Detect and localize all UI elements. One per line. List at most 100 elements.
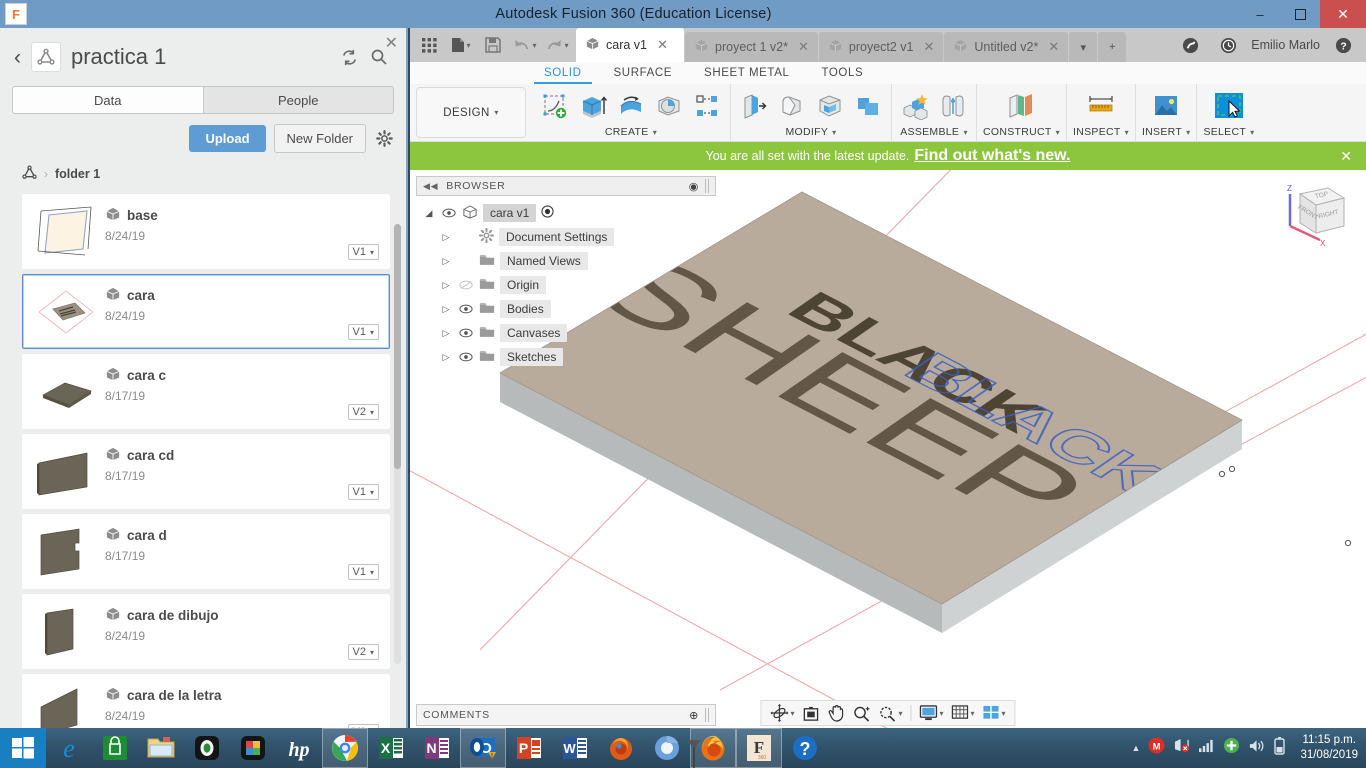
start-button[interactable] <box>0 728 46 768</box>
taskbar-firefox-dev[interactable] <box>598 728 644 768</box>
list-item[interactable]: cara 8/24/19 V1 ▾ <box>22 274 390 349</box>
zoom-icon[interactable] <box>849 702 873 724</box>
redo-icon[interactable]: ▾ <box>542 30 572 60</box>
ribbon-tab-sheet-metal[interactable]: SHEET METAL <box>688 62 805 84</box>
pattern-icon[interactable] <box>690 89 724 123</box>
taskbar-clock[interactable]: 11:15 p.m. 31/08/2019 <box>1294 733 1358 763</box>
press-pull-icon[interactable] <box>737 89 771 123</box>
breadcrumb-root-icon[interactable] <box>22 165 37 183</box>
version-badge[interactable]: V1▾ <box>347 564 379 580</box>
expand-arrow-icon[interactable]: ▷ <box>439 328 453 339</box>
file-list[interactable]: base 8/24/19 V1 ▾ cara 8/24/19 V1 ▾ cara… <box>0 194 408 728</box>
file-menu[interactable]: ▾ <box>446 30 476 60</box>
fit-icon[interactable]: ▾ <box>875 702 905 724</box>
network-error-icon[interactable] <box>1173 738 1190 758</box>
expand-arrow-icon[interactable]: ▷ <box>439 280 453 291</box>
tab-people[interactable]: People <box>203 87 393 113</box>
taskbar-microsoft-excel[interactable]: X <box>368 728 414 768</box>
ribbon-tab-solid[interactable]: SOLID <box>528 62 598 84</box>
battery-icon[interactable] <box>1274 736 1286 760</box>
taskbar-google-chrome[interactable] <box>322 728 368 768</box>
taskbar-microsoft-word[interactable]: W <box>552 728 598 768</box>
ribbon-tab-tools[interactable]: TOOLS <box>805 62 879 84</box>
taskbar-microsoft-powerpoint[interactable]: P <box>506 728 552 768</box>
measure-icon[interactable] <box>1084 89 1118 123</box>
tree-node-bodies[interactable]: ▷ Bodies <box>422 297 716 321</box>
list-item[interactable]: cara de la letra 8/24/19 V1▾ <box>22 674 390 728</box>
help-icon[interactable]: ? <box>1328 30 1358 60</box>
construct-plane-icon[interactable] <box>1004 89 1038 123</box>
tab-proyect-1-v2[interactable]: proyect 1 v2* ✕ <box>685 32 818 62</box>
tab-overflow-chevron-down-icon[interactable]: ▾ <box>1069 32 1098 62</box>
tab-cara-v1[interactable]: cara v1 ✕ <box>576 28 684 62</box>
eye-open-icon[interactable] <box>458 352 474 362</box>
tree-node-canvases[interactable]: ▷ Canvases <box>422 321 716 345</box>
taskbar-fusion-360[interactable]: F 360 <box>736 728 782 768</box>
expand-arrow-icon[interactable]: ▷ <box>439 304 453 315</box>
taskbar-chromium[interactable] <box>644 728 690 768</box>
new-tab-button[interactable]: + <box>1098 32 1127 62</box>
taskbar-microsoft-onenote[interactable]: N <box>414 728 460 768</box>
add-comment-icon[interactable]: ⊕ <box>689 709 699 722</box>
resize-grip[interactable] <box>705 708 709 722</box>
view-cube[interactable]: TOP FRONT RIGHT Z X <box>1276 178 1352 250</box>
upload-button[interactable]: Upload <box>189 125 266 152</box>
eye-open-icon[interactable] <box>458 328 474 338</box>
new-folder-button[interactable]: New Folder <box>273 124 366 153</box>
signal-icon[interactable] <box>1198 738 1215 758</box>
tab-proyect2-v1[interactable]: proyect2 v1 ✕ <box>818 32 944 62</box>
tab-untitled-v2[interactable]: Untitled v2* ✕ <box>944 32 1069 62</box>
tree-node-cara-v1[interactable]: ◢ cara v1 <box>422 201 716 225</box>
tree-node-sketches[interactable]: ▷ Sketches <box>422 345 716 369</box>
scrollbar-thumb[interactable] <box>394 224 401 469</box>
close-button[interactable]: ✕ <box>1320 0 1366 28</box>
expand-arrow-icon[interactable]: ◢ <box>422 208 436 219</box>
taskbar-puzzle-app[interactable] <box>230 728 276 768</box>
ribbon-tab-surface[interactable]: SURFACE <box>598 62 689 84</box>
back-button[interactable]: ‹ <box>14 47 21 68</box>
look-at-icon[interactable] <box>799 702 822 724</box>
create-sketch-icon[interactable] <box>538 89 572 123</box>
user-name[interactable]: Emilio Marlo <box>1251 38 1320 52</box>
resize-grip[interactable] <box>705 179 709 193</box>
tree-node-origin[interactable]: ▷ Origin <box>422 273 716 297</box>
fillet-icon[interactable] <box>775 89 809 123</box>
notification-close-icon[interactable]: ✕ <box>1340 148 1352 165</box>
data-panel-close-icon[interactable]: ✕ <box>385 33 398 53</box>
volume-icon[interactable] <box>1248 738 1266 759</box>
extrude-icon[interactable] <box>576 89 610 123</box>
browser-options-icon[interactable]: ◉ <box>689 180 699 193</box>
expand-arrow-icon[interactable]: ▷ <box>439 256 453 267</box>
version-badge[interactable]: V1▾ <box>347 324 379 340</box>
undo-icon[interactable]: ▾ <box>510 30 540 60</box>
list-item[interactable]: cara de dibujo 8/24/19 V2 ▾ <box>22 594 390 669</box>
taskbar-camera-app[interactable] <box>184 728 230 768</box>
taskbar-help-support[interactable]: ? <box>782 728 828 768</box>
breadcrumb-current[interactable]: folder 1 <box>55 167 100 181</box>
shell-icon[interactable] <box>813 89 847 123</box>
close-icon[interactable]: ✕ <box>1048 39 1059 55</box>
close-icon[interactable]: ✕ <box>924 39 935 55</box>
close-icon[interactable]: ✕ <box>657 37 668 53</box>
grid-snap-icon[interactable]: ▾ <box>949 702 978 724</box>
tab-data[interactable]: Data <box>13 87 204 113</box>
tree-node-named-views[interactable]: ▷ Named Views <box>422 249 716 273</box>
version-badge[interactable]: V1▾ <box>347 244 379 260</box>
maximize-button[interactable] <box>1280 0 1320 28</box>
list-item[interactable]: base 8/24/19 V1 ▾ <box>22 194 390 269</box>
version-badge[interactable]: V1▾ <box>347 484 379 500</box>
notification-link[interactable]: Find out what's new. <box>914 147 1070 165</box>
list-item[interactable]: cara d 8/17/19 V1 ▾ <box>22 514 390 589</box>
gmail-icon[interactable]: M <box>1148 737 1165 759</box>
timeline-marker[interactable] <box>685 739 703 768</box>
display-settings-icon[interactable]: ▾ <box>916 702 946 724</box>
list-item[interactable]: cara cd 8/17/19 V1 ▾ <box>22 434 390 509</box>
expand-arrow-icon[interactable]: ▷ <box>439 232 453 243</box>
new-component-icon[interactable] <box>898 89 932 123</box>
expand-arrow-icon[interactable]: ▷ <box>439 352 453 363</box>
close-icon[interactable]: ✕ <box>798 39 809 55</box>
security-icon[interactable] <box>1223 737 1240 759</box>
save-icon[interactable] <box>478 30 508 60</box>
taskbar-internet-explorer[interactable]: e <box>46 728 92 768</box>
eye-open-icon[interactable] <box>458 304 474 314</box>
